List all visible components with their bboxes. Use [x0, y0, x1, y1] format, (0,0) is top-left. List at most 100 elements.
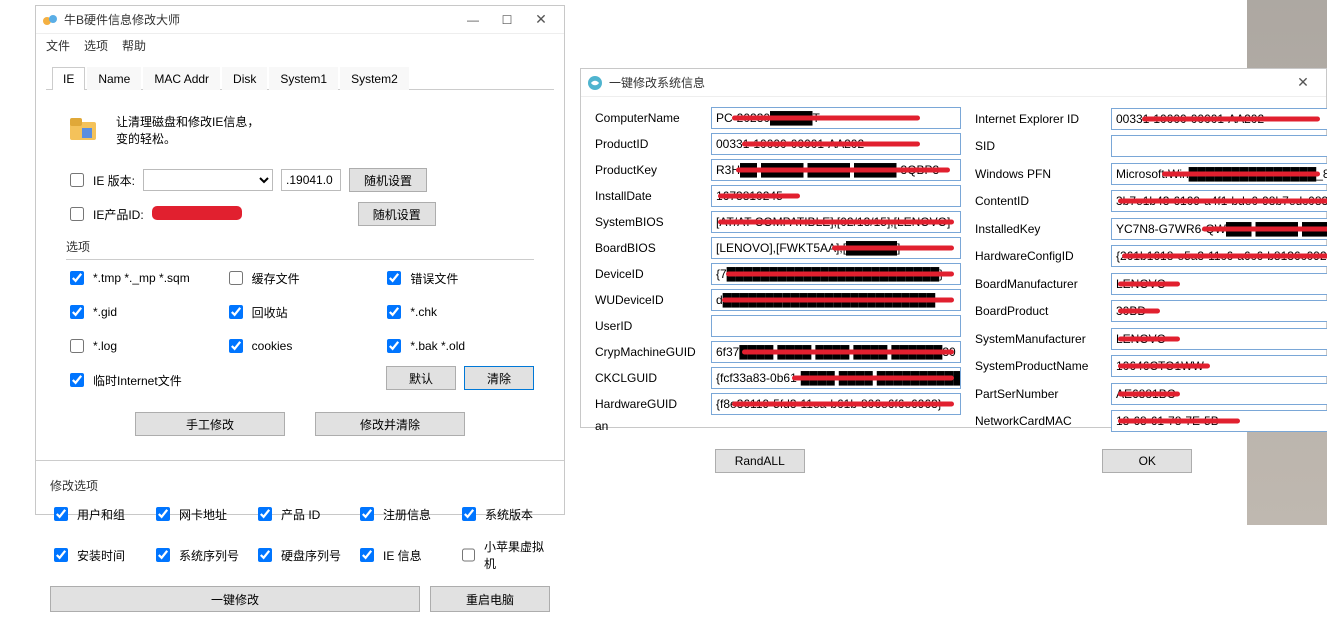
- checkbox-ie-productid[interactable]: IE产品ID:: [66, 204, 144, 224]
- ie-build-input[interactable]: [281, 169, 341, 191]
- opt-gid[interactable]: *.gid: [66, 302, 217, 322]
- mod-sysversion[interactable]: 系统版本: [458, 504, 550, 524]
- bottom-buttons: 一键修改 重启电脑: [50, 586, 550, 612]
- checkbox-ie-version[interactable]: IE 版本:: [66, 170, 135, 190]
- window-title-2: 一键修改系统信息: [609, 74, 1286, 91]
- tab-ie[interactable]: IE: [52, 67, 85, 90]
- menu-options[interactable]: 选项: [84, 37, 108, 54]
- fields-two-col: ComputerName PC-20230█████T ProductID 00…: [581, 97, 1326, 443]
- window2-buttons: RandALL OK: [581, 443, 1326, 485]
- mod-register[interactable]: 注册信息: [356, 504, 448, 524]
- tab-system2[interactable]: System2: [340, 67, 409, 90]
- opt-tempie[interactable]: 临时Internet文件: [66, 370, 217, 390]
- opt-chk[interactable]: *.chk: [383, 302, 534, 322]
- menu-help[interactable]: 帮助: [122, 37, 146, 54]
- value-installedkey[interactable]: YC7N8-G7WR6-QW███-█████-███6Y: [1111, 218, 1327, 240]
- ok-button[interactable]: OK: [1102, 449, 1192, 473]
- value-systemmanufacturer[interactable]: LENOVO: [1111, 328, 1327, 350]
- mod-ieinfo[interactable]: IE 信息: [356, 538, 448, 572]
- value-productkey[interactable]: R3H██-█████-█████-█████-3QBP3: [711, 159, 961, 181]
- label-contentid: ContentID: [975, 194, 1105, 208]
- right-column: Internet Explorer ID 00331-10000-00001-A…: [975, 107, 1327, 433]
- randall-button[interactable]: RandALL: [715, 449, 805, 473]
- mod-sysserial[interactable]: 系统序列号: [152, 538, 244, 572]
- tab-name[interactable]: Name: [87, 67, 141, 90]
- value-boardmanufacturer[interactable]: LENOVO: [1111, 273, 1327, 295]
- redaction-mark: [152, 206, 242, 220]
- label-hardwareconfigid: HardwareConfigID: [975, 249, 1105, 263]
- value-windowspfn[interactable]: Microsoft.Win███████████████_8wekyb3d: [1111, 163, 1327, 185]
- value-ieid[interactable]: 00331-10000-00001-AA202: [1111, 108, 1327, 130]
- random-set-button-2[interactable]: 随机设置: [358, 202, 436, 226]
- info-row: 让清理磁盘和修改IE信息， 变的轻松。: [66, 112, 534, 148]
- app-icon: [42, 12, 58, 28]
- ie-version-select[interactable]: [143, 169, 273, 191]
- tab-mac[interactable]: MAC Addr: [143, 67, 220, 90]
- mod-nic[interactable]: 网卡地址: [152, 504, 244, 524]
- ie-productid-label: IE产品ID:: [93, 206, 144, 223]
- value-networkcardmac[interactable]: 18-68-61-78-7E-5B: [1111, 410, 1327, 432]
- modify-options-grid: 用户和组 网卡地址 产品 ID 注册信息 系统版本 安装时间 系统序列号 硬盘序…: [50, 500, 550, 576]
- default-button[interactable]: 默认: [386, 366, 456, 390]
- value-deviceid[interactable]: {7█████████████████████████}: [711, 263, 961, 285]
- mod-diskserial[interactable]: 硬盘序列号: [254, 538, 346, 572]
- label-installdate: InstallDate: [595, 189, 705, 203]
- onekey-modify-button[interactable]: 一键修改: [50, 586, 420, 612]
- minimize-button[interactable]: —: [456, 9, 490, 31]
- random-set-button-1[interactable]: 随机设置: [349, 168, 427, 192]
- value-userid[interactable]: [711, 315, 961, 337]
- label-networkcardmac: NetworkCardMAC: [975, 414, 1105, 428]
- titlebar-2[interactable]: 一键修改系统信息 ✕: [581, 69, 1326, 97]
- info-text: 让清理磁盘和修改IE信息， 变的轻松。: [116, 113, 259, 147]
- opt-err[interactable]: 错误文件: [383, 268, 534, 288]
- value-wudeviceid[interactable]: d█████████████████████████: [711, 289, 961, 311]
- value-boardbios[interactable]: [LENOVO],[FWKT5AA],[██████]: [711, 237, 961, 259]
- value-systemproductname[interactable]: 10646CTO1WW: [1111, 355, 1327, 377]
- reboot-button[interactable]: 重启电脑: [430, 586, 550, 612]
- value-installdate[interactable]: 1673810245: [711, 185, 961, 207]
- value-ckclguid[interactable]: {fcf33a83-0b61-████-████-██████████e}: [711, 367, 961, 389]
- value-partsernumber[interactable]: AE6881BC: [1111, 383, 1327, 405]
- action-buttons: 手工修改 修改并清除: [66, 412, 534, 436]
- label-ieid: Internet Explorer ID: [975, 112, 1105, 126]
- opt-bakold[interactable]: *.bak *.old: [383, 336, 534, 356]
- value-contentid[interactable]: 3b7e1b43-6109-a4f1-bde0-98b7edc08393: [1111, 190, 1327, 212]
- maximize-button[interactable]: ☐: [490, 9, 524, 31]
- left-column: ComputerName PC-20230█████T ProductID 00…: [595, 107, 961, 433]
- window-system-info-editor: 一键修改系统信息 ✕ ComputerName PC-20230█████T P…: [580, 68, 1327, 428]
- value-sid[interactable]: [1111, 135, 1327, 157]
- value-boardproduct[interactable]: 30BD: [1111, 300, 1327, 322]
- label-boardproduct: BoardProduct: [975, 304, 1105, 318]
- app-icon-2: [587, 75, 603, 91]
- label-boardbios: BoardBIOS: [595, 241, 705, 255]
- opt-tmp[interactable]: *.tmp *._mp *.sqm: [66, 268, 217, 288]
- opt-log[interactable]: *.log: [66, 336, 217, 356]
- close-button-2[interactable]: ✕: [1286, 72, 1320, 94]
- value-productid[interactable]: 00331-10000-00001-AA202: [711, 133, 961, 155]
- value-hardwareconfigid[interactable]: {261b1618-e5a3-11c6-a6c6-b8136c092b00}: [1111, 245, 1327, 267]
- menu-file[interactable]: 文件: [46, 37, 70, 54]
- mod-usergroup[interactable]: 用户和组: [50, 504, 142, 524]
- clear-button[interactable]: 清除: [464, 366, 534, 390]
- opt-recycle[interactable]: 回收站: [225, 302, 376, 322]
- opt-cache[interactable]: 缓存文件: [225, 268, 376, 288]
- titlebar[interactable]: 牛B硬件信息修改大师 — ☐ ✕: [36, 6, 564, 34]
- modify-and-clear-button[interactable]: 修改并清除: [315, 412, 465, 436]
- mod-applevm[interactable]: 小苹果虚拟机: [458, 538, 550, 572]
- mod-productid[interactable]: 产品 ID: [254, 504, 346, 524]
- tab-disk[interactable]: Disk: [222, 67, 267, 90]
- manual-modify-button[interactable]: 手工修改: [135, 412, 285, 436]
- value-crypmachineguid[interactable]: 6f37████-████-████-████-██████30: [711, 341, 961, 363]
- tab-system1[interactable]: System1: [269, 67, 338, 90]
- mod-installtime[interactable]: 安装时间: [50, 538, 142, 572]
- menubar: 文件 选项 帮助: [36, 34, 564, 56]
- opt-cookies[interactable]: cookies: [225, 336, 376, 356]
- value-computername[interactable]: PC-20230█████T: [711, 107, 961, 129]
- value-systembios[interactable]: [AT/AT COMPATIBLE],[02/13/15],[LENOVO]: [711, 211, 961, 233]
- info-line1: 让清理磁盘和修改IE信息，: [116, 113, 259, 130]
- label-windowspfn: Windows PFN: [975, 167, 1105, 181]
- value-hardwareguid[interactable]: {f8e36119-5fd3-11ea-b61b-806e6f6e6963}: [711, 393, 961, 415]
- close-button[interactable]: ✕: [524, 9, 558, 31]
- label-deviceid: DeviceID: [595, 267, 705, 281]
- label-installedkey: InstalledKey: [975, 222, 1105, 236]
